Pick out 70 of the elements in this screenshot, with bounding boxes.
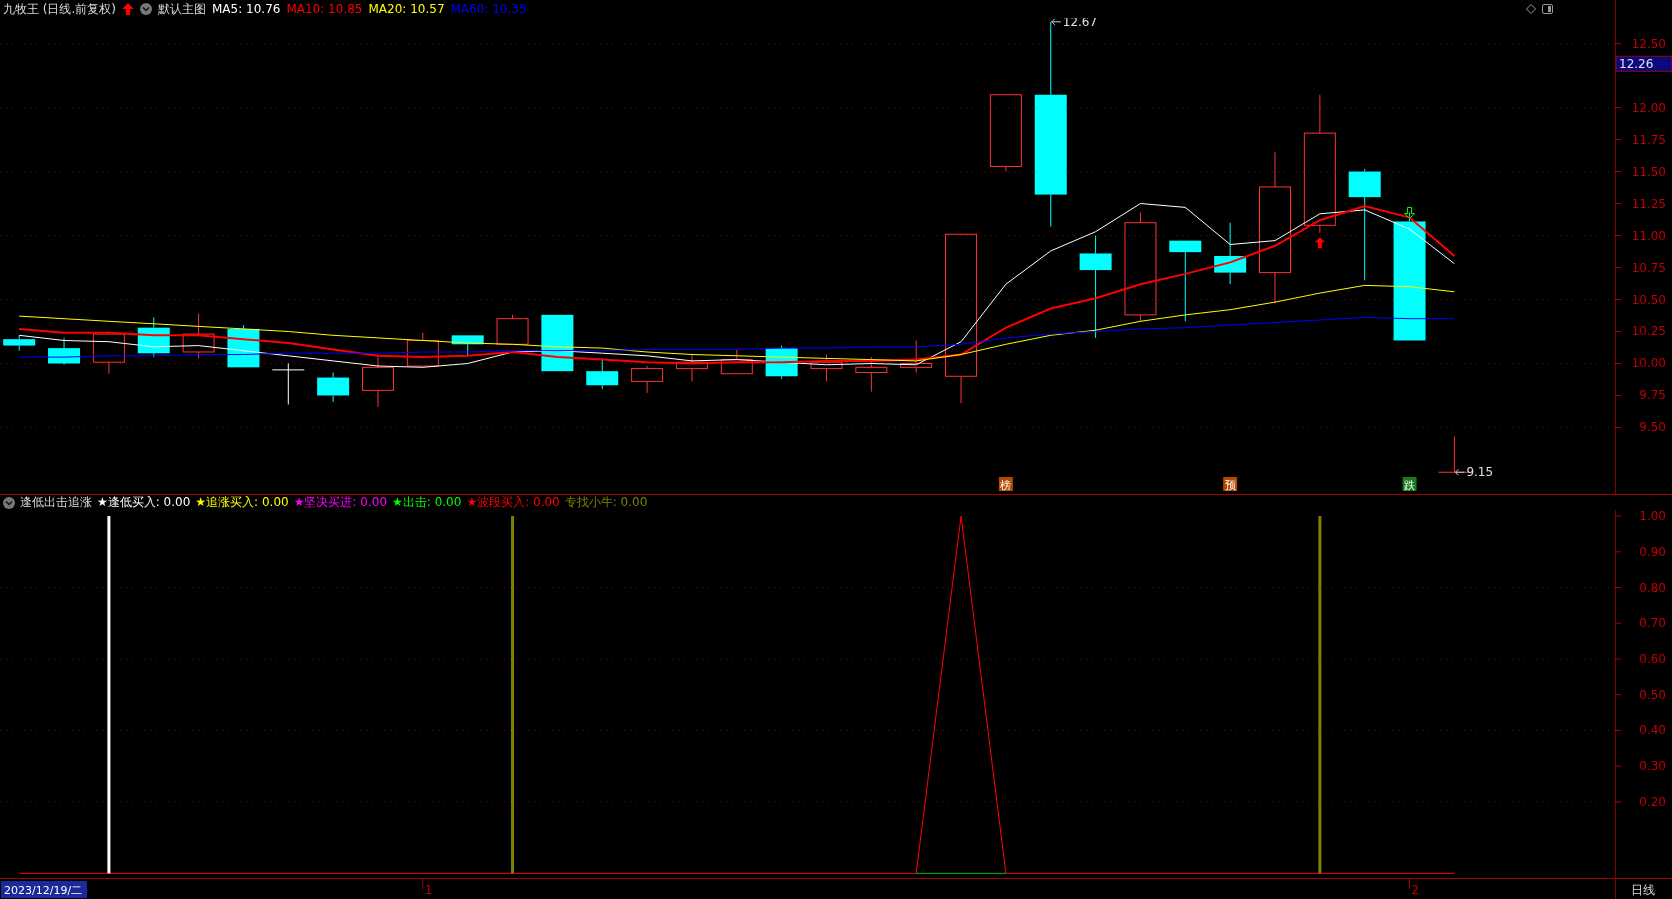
panel-icon[interactable]	[1542, 4, 1553, 14]
up-arrow-icon	[122, 3, 134, 15]
axis-label: 0.40	[1639, 723, 1666, 738]
diamond-icon[interactable]	[1526, 4, 1536, 14]
ma-value: MA10: 10.85	[286, 2, 363, 16]
indicator-value: ★出击: 0.00	[392, 494, 462, 511]
indicator-value: ★波段买入: 0.00	[466, 494, 560, 511]
candlestick	[631, 365, 664, 394]
axis-label: 11.75	[1631, 132, 1666, 147]
axis-label: 11.50	[1631, 164, 1666, 179]
signal-badge: 跌	[1402, 477, 1417, 492]
candlestick	[1214, 222, 1247, 285]
signal-badge: 榜	[998, 477, 1013, 492]
axis-label: 1	[424, 883, 433, 897]
axis-label: 9.75	[1639, 388, 1666, 403]
template-name: 默认主图	[158, 0, 206, 18]
axis-label: 12.50	[1631, 36, 1666, 51]
axis-label: 10.25	[1631, 324, 1666, 339]
axis-label: 9.50	[1639, 420, 1666, 435]
up-arrow-icon	[1314, 237, 1325, 249]
axis-label: 0.80	[1639, 580, 1666, 595]
candlestick	[675, 354, 708, 382]
candlestick	[92, 331, 125, 375]
candlestick	[406, 332, 439, 367]
candlestick	[720, 348, 753, 375]
indicator-name: 逢低出击追涨	[20, 494, 92, 511]
axis-label: 0.60	[1639, 652, 1666, 666]
indicator-value: ★逢低买入: 0.00	[97, 494, 191, 511]
candlestick	[48, 337, 81, 366]
indicator-value: ★追涨买入: 0.00	[195, 494, 289, 511]
axis-label: 10.75	[1631, 260, 1666, 275]
candlestick	[586, 357, 619, 390]
candlestick	[810, 354, 843, 382]
axis-label: 0.20	[1639, 794, 1666, 809]
period-button[interactable]: 日线	[1631, 883, 1655, 897]
axis-label: 11.00	[1631, 228, 1666, 243]
ma-value: MA20: 10.57	[368, 2, 445, 16]
candlestick	[182, 313, 215, 359]
candlestick	[362, 356, 394, 408]
candlestick	[451, 334, 484, 357]
axis-label: 12.00	[1631, 100, 1666, 115]
axis-label: 0.70	[1639, 616, 1666, 631]
ma-value: MA5: 10.76	[212, 2, 281, 16]
indicator-value: ★坚决买进: 0.00	[293, 494, 388, 511]
axis-label: 1.00	[1639, 510, 1666, 524]
candlestick	[855, 356, 888, 393]
candlestick	[137, 316, 170, 358]
candlestick	[496, 314, 529, 345]
axis-label: 0.30	[1639, 759, 1666, 774]
candlestick	[271, 363, 305, 405]
candlestick	[541, 314, 574, 372]
ma-value: MA60: 10.35	[450, 2, 527, 16]
indicator-value: 专找小牛: 0.00	[564, 494, 648, 511]
dropdown-icon[interactable]	[3, 496, 15, 509]
dropdown-icon[interactable]	[140, 3, 152, 15]
axis-label: 11.25	[1631, 196, 1666, 211]
axis-label: 10.00	[1631, 356, 1666, 371]
date-label: 2023/12/19/二	[1, 881, 87, 898]
axis-label: 0.90	[1639, 544, 1666, 559]
current-price-tag: 12.26	[1615, 55, 1672, 72]
candlestick	[3, 334, 36, 352]
axis-label: 2	[1411, 883, 1420, 897]
down-arrow-icon	[1404, 207, 1416, 219]
candlestick	[900, 339, 933, 373]
candlestick	[317, 371, 350, 403]
signal-badge: 预	[1223, 477, 1238, 492]
stock-title: 九牧王 (日线.前复权)	[3, 0, 116, 18]
axis-label: 0.50	[1639, 687, 1666, 702]
price-annotation: 9.15	[1454, 465, 1494, 480]
axis-label: 10.50	[1631, 292, 1666, 307]
